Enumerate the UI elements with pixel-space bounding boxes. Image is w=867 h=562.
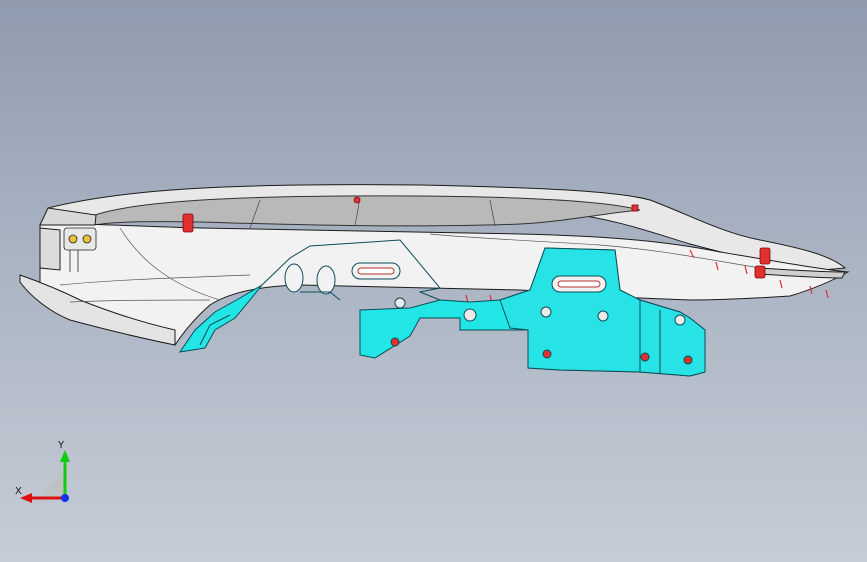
trim-panel-shell[interactable]	[19, 184, 850, 346]
x-axis-label: X	[15, 486, 22, 497]
cad-model[interactable]	[0, 0, 867, 562]
triad-graphic	[20, 450, 70, 503]
y-axis-label: Y	[58, 440, 65, 451]
graphics-viewport[interactable]: X Y	[0, 0, 867, 562]
axis-triad: X Y	[10, 440, 80, 510]
